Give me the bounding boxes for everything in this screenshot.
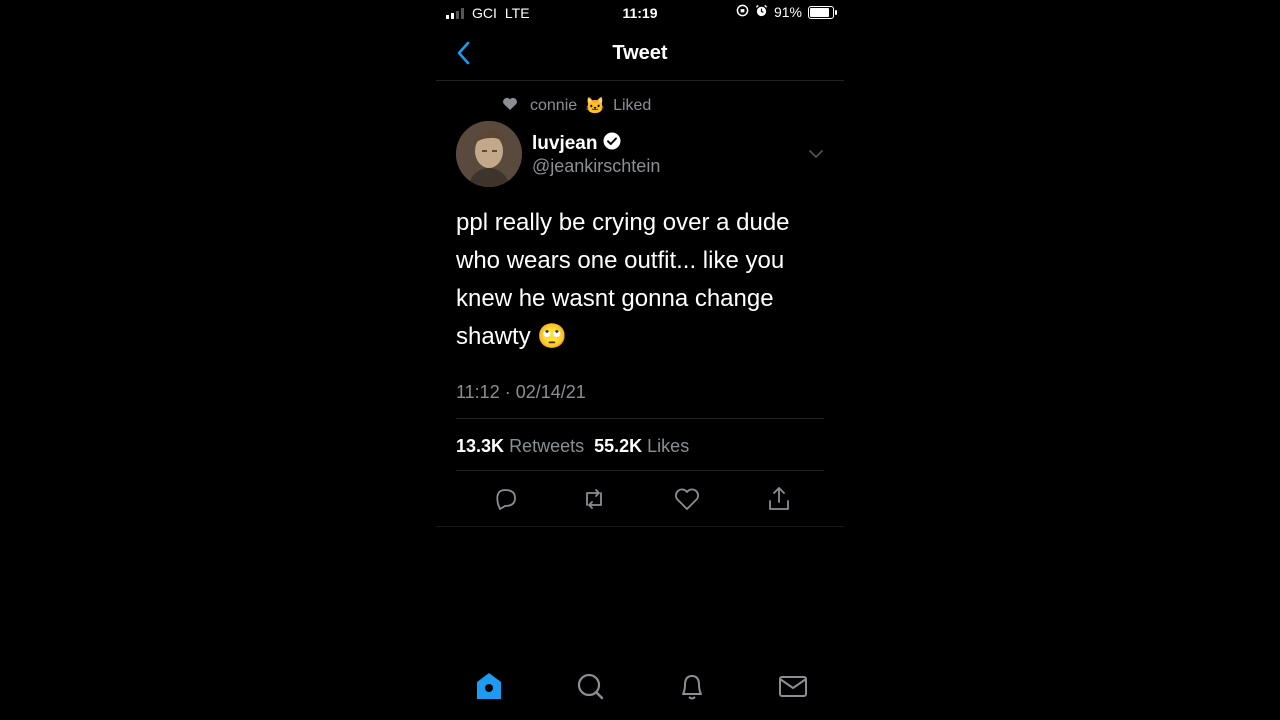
author-name[interactable]: luvjean bbox=[532, 132, 621, 156]
home-icon[interactable] bbox=[471, 668, 507, 704]
mail-icon[interactable] bbox=[775, 668, 811, 704]
battery-icon bbox=[808, 5, 837, 19]
avatar[interactable] bbox=[456, 121, 522, 187]
retweets-stat[interactable]: 13.3K Retweets bbox=[456, 436, 584, 457]
divider bbox=[436, 526, 844, 527]
tweet-timestamp: 11:12 · 02/14/21 bbox=[456, 382, 586, 402]
liker-name: connie bbox=[530, 97, 578, 114]
social-context[interactable]: connie 🐱 Liked bbox=[502, 96, 651, 116]
divider bbox=[456, 418, 824, 419]
chevron-down-icon[interactable] bbox=[808, 146, 824, 164]
orientation-lock-icon bbox=[736, 4, 749, 20]
likes-count: 55.2K bbox=[594, 436, 643, 456]
heart-icon[interactable] bbox=[672, 484, 702, 514]
retweet-icon[interactable] bbox=[579, 484, 609, 514]
reply-icon[interactable] bbox=[490, 484, 520, 514]
battery-percent: 91% bbox=[773, 4, 802, 20]
status-bar: GCI LTE 11:19 91% bbox=[436, 0, 844, 26]
display-name: luvjean bbox=[532, 133, 598, 154]
nav-header: Tweet bbox=[436, 26, 844, 81]
engagement-stats: 13.3K Retweets 55.2K Likes bbox=[456, 436, 689, 457]
heart-small-icon bbox=[502, 97, 518, 116]
author-handle[interactable]: @jeankirschtein bbox=[532, 156, 660, 177]
search-icon[interactable] bbox=[572, 668, 608, 704]
liked-label: Liked bbox=[613, 97, 652, 114]
status-right: 91% bbox=[736, 4, 837, 20]
page-title: Tweet bbox=[612, 42, 668, 64]
retweets-label: Retweets bbox=[509, 436, 585, 456]
bottom-tab-bar bbox=[436, 668, 844, 708]
likes-label: Likes bbox=[647, 436, 690, 456]
phone-screen: GCI LTE 11:19 91% Tweet connie 🐱 Liked l… bbox=[436, 0, 844, 720]
retweets-count: 13.3K bbox=[456, 436, 505, 456]
alarm-icon bbox=[755, 4, 768, 20]
bell-icon[interactable] bbox=[674, 668, 710, 704]
tweet-text: ppl really be crying over a dude who wea… bbox=[456, 209, 790, 350]
divider bbox=[456, 470, 824, 471]
tweet-actions bbox=[436, 484, 844, 514]
likes-stat[interactable]: 55.2K Likes bbox=[594, 436, 689, 457]
verified-badge-icon bbox=[603, 132, 621, 156]
share-icon[interactable] bbox=[764, 484, 794, 514]
liker-emoji: 🐱 bbox=[585, 98, 606, 115]
